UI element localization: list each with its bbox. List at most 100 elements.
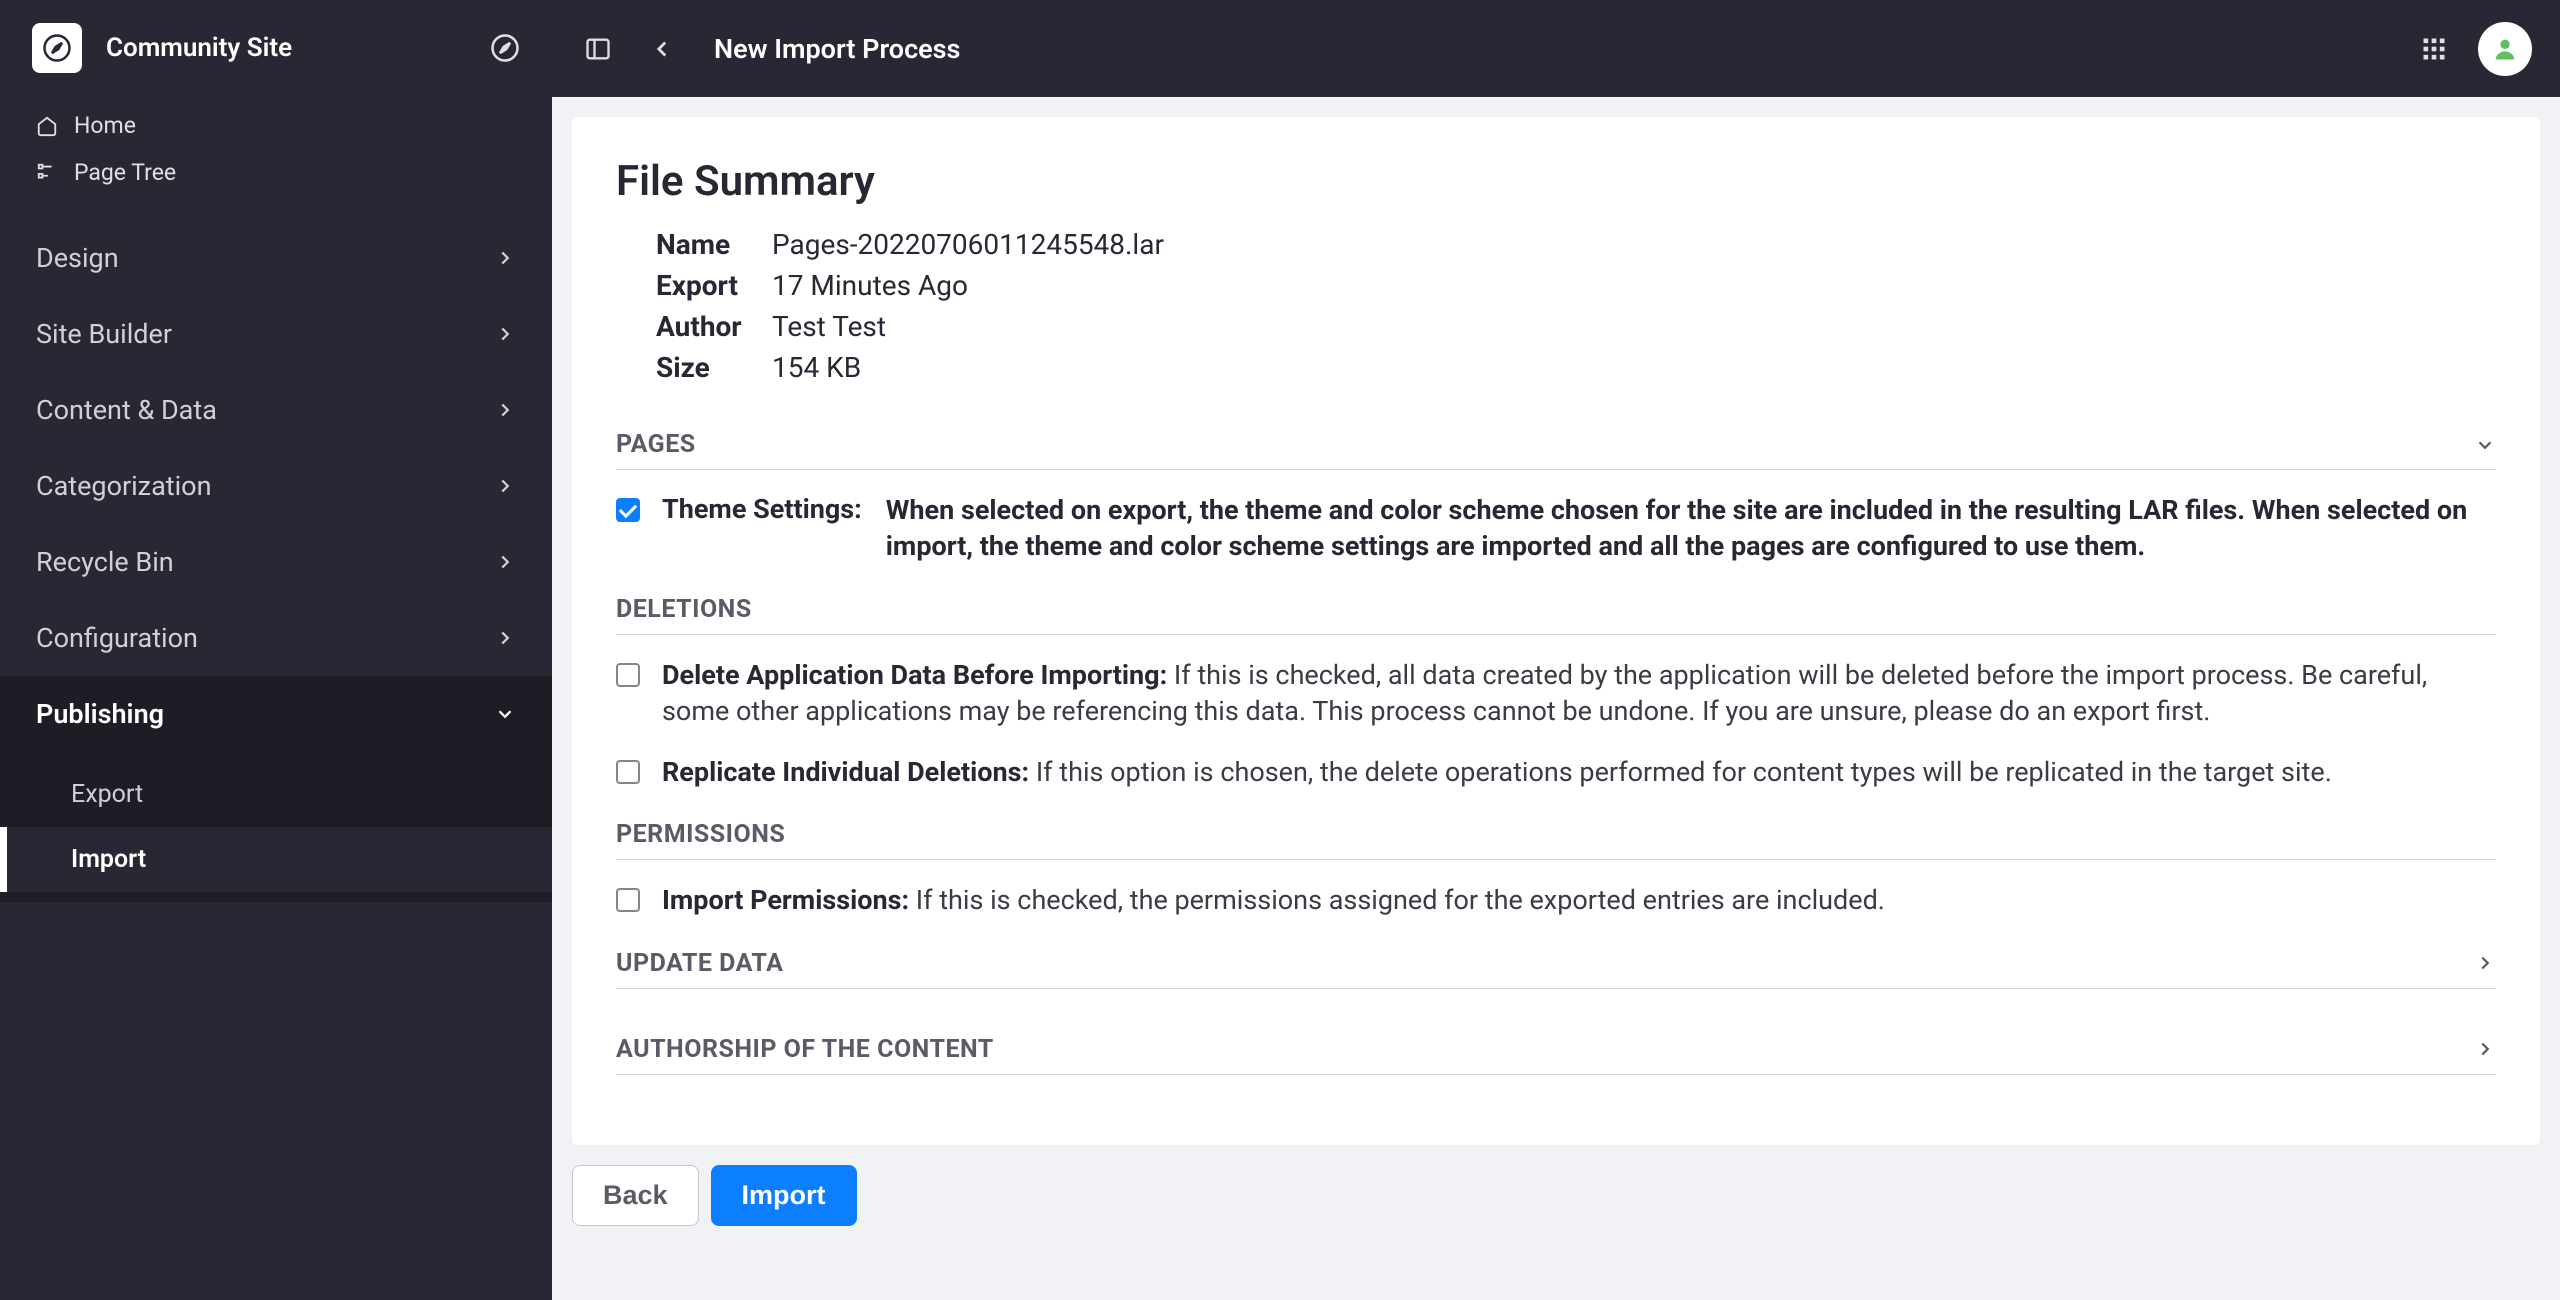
sidebar-menu: Design Site Builder Content & Data Categ… bbox=[0, 202, 552, 902]
chevron-right-icon bbox=[494, 627, 516, 649]
import-button[interactable]: Import bbox=[711, 1165, 857, 1226]
option-name: Theme Settings: bbox=[662, 492, 862, 527]
topbar-left: New Import Process bbox=[580, 31, 960, 67]
sidebar-item-label: Categorization bbox=[36, 470, 211, 502]
summary-row-size: Size 154 KB bbox=[656, 351, 2496, 384]
sidebar-item-label: Content & Data bbox=[36, 394, 217, 426]
option-desc: If this option is chosen, the delete ope… bbox=[1036, 756, 2332, 788]
topbar-right bbox=[2416, 22, 2532, 76]
chevron-right-icon bbox=[494, 247, 516, 269]
option-replicate-deletions: Replicate Individual Deletions: If this … bbox=[616, 754, 2496, 790]
sidebar-item-publishing[interactable]: Publishing bbox=[0, 676, 552, 752]
section-head-pages[interactable]: PAGES bbox=[616, 414, 2496, 470]
back-button[interactable]: Back bbox=[572, 1165, 699, 1226]
sidebar-item-site-builder[interactable]: Site Builder bbox=[0, 296, 552, 372]
summary-row-export: Export 17 Minutes Ago bbox=[656, 269, 2496, 302]
apps-button[interactable] bbox=[2416, 31, 2452, 67]
option-name: Delete Application Data Before Importing… bbox=[662, 659, 1167, 691]
section-title: PERMISSIONS bbox=[616, 820, 785, 849]
section-body-pages: Theme Settings: When selected on export,… bbox=[616, 470, 2496, 573]
section-title: AUTHORSHIP OF THE CONTENT bbox=[616, 1035, 994, 1064]
option-name: Import Permissions: bbox=[662, 884, 909, 916]
option-theme-settings: Theme Settings: When selected on export,… bbox=[616, 492, 2496, 565]
file-summary-card: File Summary Name Pages-2022070601124554… bbox=[572, 117, 2540, 1145]
summary-key: Name bbox=[656, 228, 772, 261]
option-desc: When selected on export, the theme and c… bbox=[886, 492, 2496, 565]
file-summary-title: File Summary bbox=[616, 157, 2496, 206]
sidebar-item-label: Design bbox=[36, 242, 119, 274]
content: File Summary Name Pages-2022070601124554… bbox=[552, 97, 2560, 1300]
section-head-authorship[interactable]: AUTHORSHIP OF THE CONTENT bbox=[616, 1019, 2496, 1075]
toggle-sidebar-button[interactable] bbox=[580, 31, 616, 67]
goto-site-button[interactable] bbox=[490, 33, 520, 63]
topbar: New Import Process bbox=[552, 0, 2560, 97]
file-summary-table: Name Pages-20220706011245548.lar Export … bbox=[656, 228, 2496, 384]
summary-key: Export bbox=[656, 269, 772, 302]
chevron-left-icon bbox=[649, 36, 675, 62]
sidebar-quick-links: Home Page Tree bbox=[0, 96, 552, 202]
sidebar-item-recycle-bin[interactable]: Recycle Bin bbox=[0, 524, 552, 600]
chevron-down-icon bbox=[2474, 434, 2496, 456]
tree-icon bbox=[36, 162, 58, 184]
chevron-right-icon bbox=[494, 551, 516, 573]
sidebar-subitem-label: Import bbox=[71, 845, 146, 874]
sidebar-item-label: Site Builder bbox=[36, 318, 172, 350]
chevron-right-icon bbox=[494, 323, 516, 345]
sidebar-quick-home[interactable]: Home bbox=[0, 102, 552, 149]
section-head-permissions[interactable]: PERMISSIONS bbox=[616, 804, 2496, 860]
site-logo[interactable] bbox=[32, 23, 82, 73]
checkbox-delete-app-data[interactable] bbox=[616, 663, 640, 687]
user-icon bbox=[2491, 35, 2519, 63]
sidebar-header: Community Site bbox=[0, 0, 552, 96]
home-icon bbox=[36, 115, 58, 137]
summary-key: Author bbox=[656, 310, 772, 343]
section-head-deletions[interactable]: DELETIONS bbox=[616, 579, 2496, 635]
sidebar-quick-label: Home bbox=[74, 112, 136, 139]
section-title: DELETIONS bbox=[616, 595, 752, 624]
option-delete-app-data: Delete Application Data Before Importing… bbox=[616, 657, 2496, 730]
sidebar-subitem-import[interactable]: Import bbox=[0, 827, 552, 892]
sidebar-subitem-label: Export bbox=[71, 780, 143, 809]
sidebar-item-label: Configuration bbox=[36, 622, 198, 654]
sidebar-submenu-publishing: Export Import bbox=[0, 752, 552, 902]
summary-value: 154 KB bbox=[772, 351, 861, 384]
option-name: Replicate Individual Deletions: bbox=[662, 756, 1029, 788]
summary-row-name: Name Pages-20220706011245548.lar bbox=[656, 228, 2496, 261]
section-body-deletions: Delete Application Data Before Importing… bbox=[616, 635, 2496, 798]
section-title: PAGES bbox=[616, 430, 696, 459]
site-title[interactable]: Community Site bbox=[106, 33, 490, 63]
sidebar-subitem-export[interactable]: Export bbox=[0, 762, 552, 827]
footer-buttons: Back Import bbox=[572, 1145, 2540, 1246]
avatar[interactable] bbox=[2478, 22, 2532, 76]
sidebar-item-configuration[interactable]: Configuration bbox=[0, 600, 552, 676]
checkbox-theme-settings[interactable] bbox=[616, 498, 640, 522]
summary-value: Pages-20220706011245548.lar bbox=[772, 228, 1164, 261]
chevron-right-icon bbox=[494, 399, 516, 421]
section-title: UPDATE DATA bbox=[616, 949, 783, 978]
chevron-right-icon bbox=[2474, 1038, 2496, 1060]
grid-icon bbox=[2420, 35, 2448, 63]
sidebar-item-design[interactable]: Design bbox=[0, 220, 552, 296]
section-head-update-data[interactable]: UPDATE DATA bbox=[616, 933, 2496, 989]
sidebar: Community Site Home Page Tree Design bbox=[0, 0, 552, 1300]
sidebar-quick-label: Page Tree bbox=[74, 159, 176, 186]
compass-icon bbox=[42, 33, 72, 63]
checkbox-import-permissions[interactable] bbox=[616, 888, 640, 912]
checkbox-replicate-deletions[interactable] bbox=[616, 760, 640, 784]
summary-row-author: Author Test Test bbox=[656, 310, 2496, 343]
summary-value: 17 Minutes Ago bbox=[772, 269, 968, 302]
section-body-permissions: Import Permissions: If this is checked, … bbox=[616, 860, 2496, 926]
chevron-down-icon bbox=[494, 703, 516, 725]
main: New Import Process File Summary bbox=[552, 0, 2560, 1300]
option-desc: If this is checked, the permissions assi… bbox=[916, 884, 1885, 916]
compass-icon bbox=[490, 33, 520, 63]
sidebar-quick-page-tree[interactable]: Page Tree bbox=[0, 149, 552, 196]
summary-key: Size bbox=[656, 351, 772, 384]
summary-value: Test Test bbox=[772, 310, 886, 343]
sidebar-item-label: Publishing bbox=[36, 698, 164, 730]
option-import-permissions: Import Permissions: If this is checked, … bbox=[616, 882, 2496, 918]
sidebar-item-content-data[interactable]: Content & Data bbox=[0, 372, 552, 448]
sidebar-item-categorization[interactable]: Categorization bbox=[0, 448, 552, 524]
panel-icon bbox=[584, 35, 612, 63]
back-button[interactable] bbox=[644, 31, 680, 67]
